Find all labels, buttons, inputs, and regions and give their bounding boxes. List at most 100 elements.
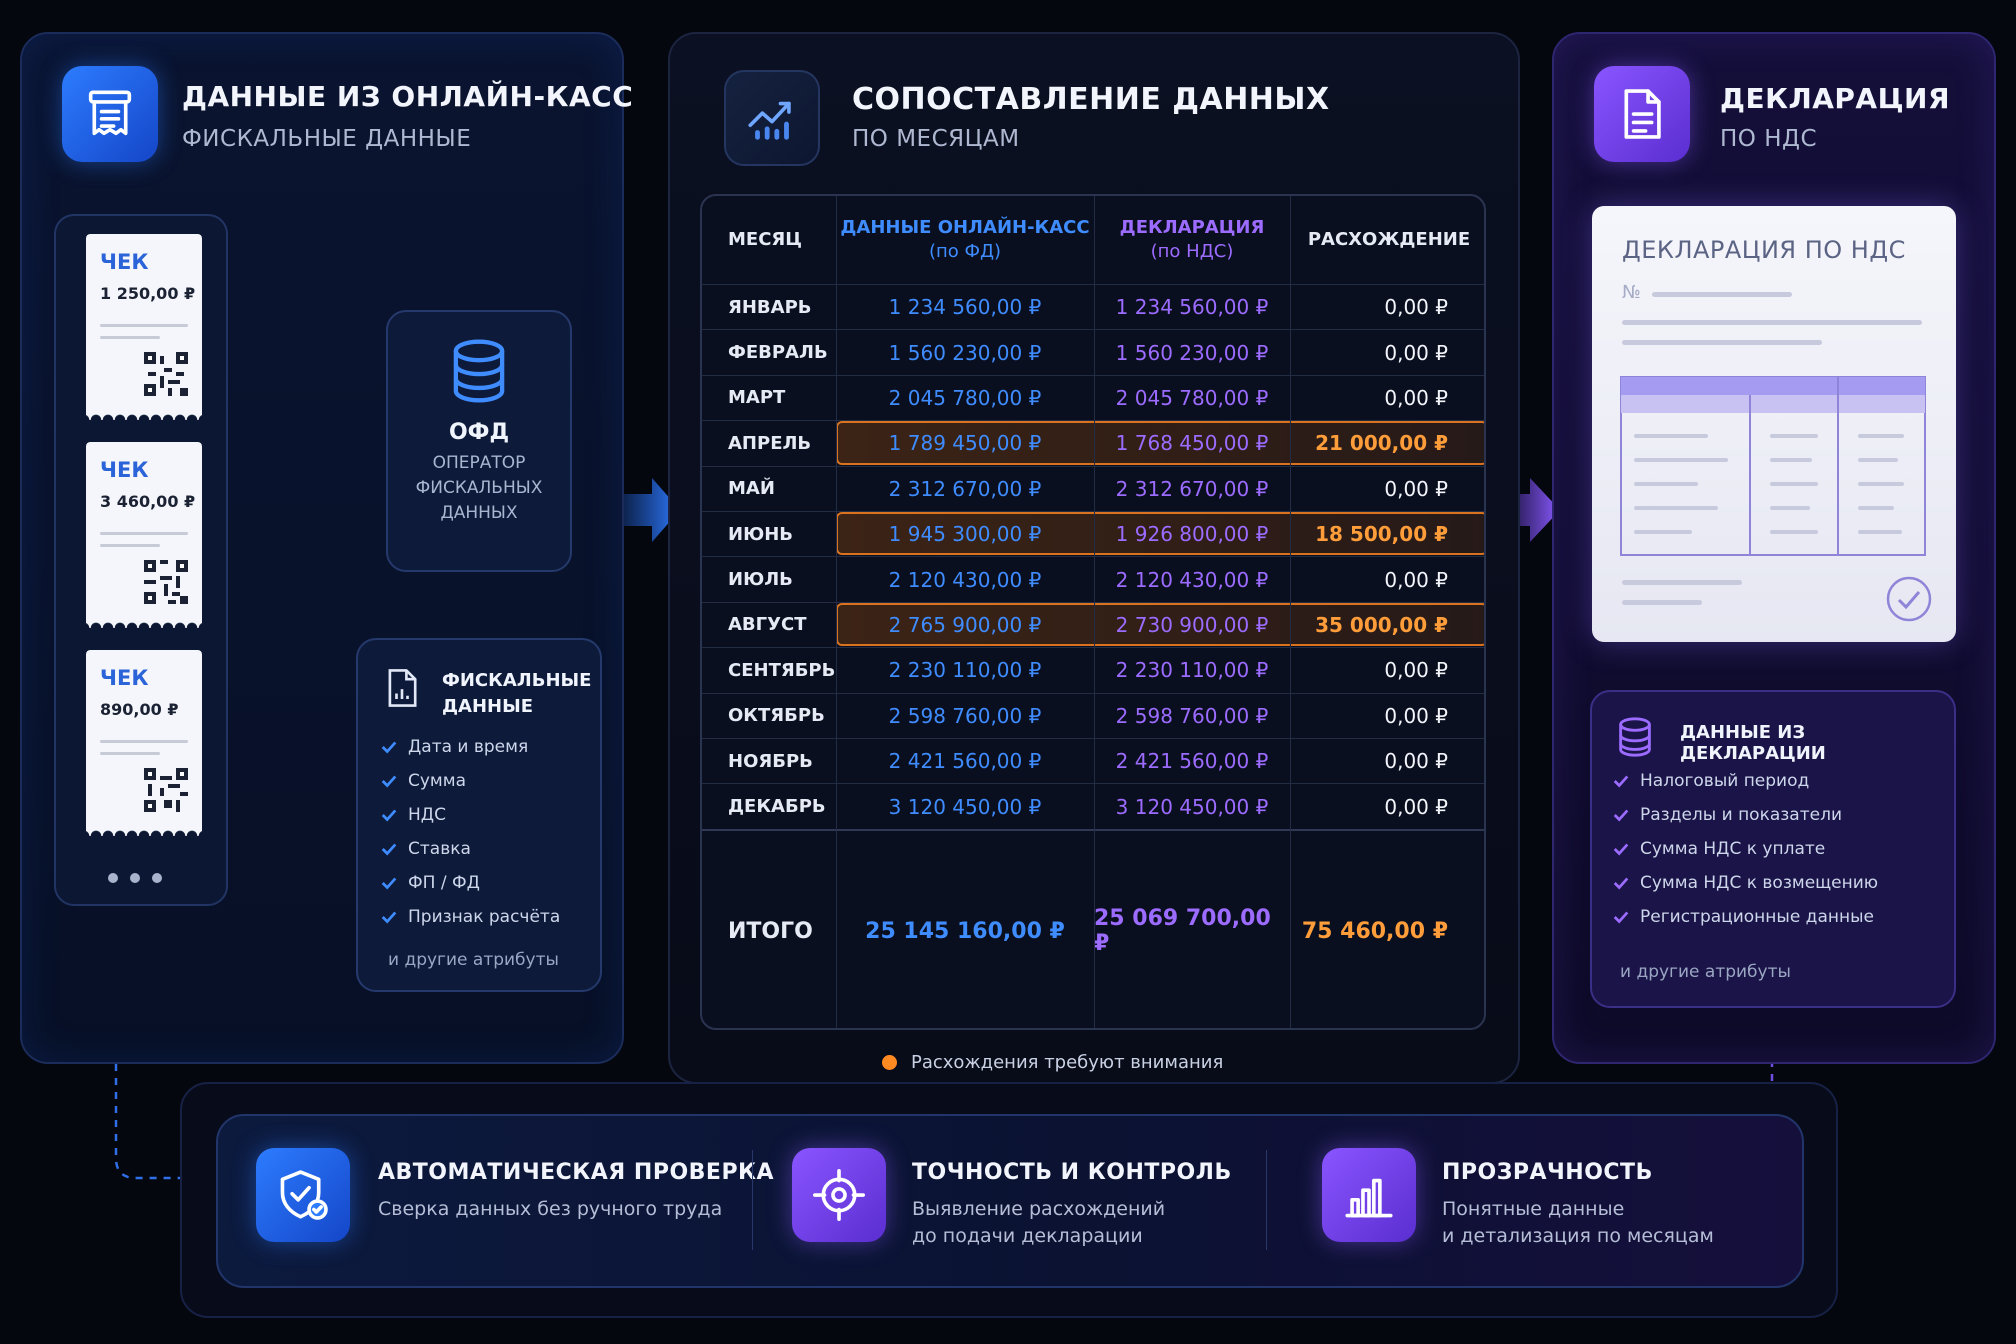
cell-declaration-amount: 1 768 450,00 ₽ (1115, 431, 1269, 456)
cell-difference: 35 000,00 ₽ (1315, 612, 1448, 637)
receipt-card: ЧЕК 890,00 ₽ (86, 650, 202, 836)
cell-month: МАРТ (728, 387, 786, 409)
cell-ofd-amount: 1 789 450,00 ₽ (888, 431, 1042, 456)
check-circle-icon (1886, 576, 1932, 622)
cell-ofd-amount: 2 312 670,00 ₽ (888, 476, 1042, 501)
list-item: Сумма (380, 764, 560, 798)
list-item: НДС (380, 798, 560, 832)
receipt-register-icon (62, 66, 158, 162)
list-item: Регистрационные данные (1612, 900, 1878, 934)
check-icon (381, 809, 397, 822)
list-item: Сумма НДС к уплате (1612, 832, 1878, 866)
list-item: ФП / ФД (380, 866, 560, 900)
receipt-card: ЧЕК 1 250,00 ₽ (86, 234, 202, 420)
cell-declaration-amount: 2 120 430,00 ₽ (1115, 567, 1269, 592)
qr-code-icon (144, 560, 188, 604)
comparison-title: СОПОСТАВЛЕНИЕ ДАННЫХ (852, 82, 1330, 117)
check-icon (1613, 843, 1629, 856)
bar-chart-icon (1322, 1148, 1416, 1242)
feature-description: Понятные данные и детализация по месяцам (1442, 1198, 1714, 1247)
cell-difference: 0,00 ₽ (1384, 658, 1448, 683)
receipt-label: ЧЕК (100, 458, 149, 482)
fiscal-more-attributes: и другие атрибуты (388, 950, 559, 970)
document-chart-icon (388, 669, 417, 707)
target-icon (792, 1148, 886, 1242)
ofd-title: ОФД (448, 420, 510, 445)
orange-dot-icon (882, 1055, 897, 1070)
cell-declaration-amount: 2 045 780,00 ₽ (1115, 385, 1269, 410)
check-icon (381, 911, 397, 924)
receipt-amount: 3 460,00 ₽ (100, 492, 196, 511)
list-item: Разделы и показатели (1612, 798, 1878, 832)
legend: Расхождения требуют внимания (882, 1052, 1223, 1073)
fiscal-data-title: ФИСКАЛЬНЫЕ ДАННЫЕ (442, 670, 592, 717)
declaration-more-attributes: и другие атрибуты (1620, 962, 1791, 982)
list-item: Налоговый период (1612, 764, 1878, 798)
cell-month: НОЯБРЬ (728, 750, 813, 772)
declaration-document: ДЕКЛАРАЦИЯ ПО НДС № (1592, 206, 1956, 642)
cell-month: ИЮНЬ (728, 523, 793, 545)
cell-difference: 0,00 ₽ (1384, 749, 1448, 774)
database-icon (453, 339, 505, 403)
cell-ofd-amount: 2 765 900,00 ₽ (888, 612, 1042, 637)
qr-code-icon (144, 768, 188, 812)
cell-month: ЯНВАРЬ (728, 296, 812, 318)
cell-month: ДЕКАБРЬ (728, 796, 826, 818)
feature-description: Выявление расхождений до подачи деклараци… (912, 1198, 1166, 1247)
doc-number-label: № (1622, 282, 1641, 303)
cell-total-declaration: 25 069 700,00 ₽ (1094, 906, 1271, 957)
receipt-card: ЧЕК 3 460,00 ₽ (86, 442, 202, 628)
doc-title: ДЕКЛАРАЦИЯ ПО НДС (1622, 236, 1906, 264)
online-cash-title: ДАННЫЕ ИЗ ОНЛАЙН-КАСС (182, 80, 634, 113)
cell-ofd-amount: 2 421 560,00 ₽ (888, 749, 1042, 774)
receipt-label: ЧЕК (100, 250, 149, 274)
fiscal-attribute-list: Дата и время Сумма НДС Ставка ФП / ФД Пр… (380, 730, 560, 934)
column-header-month: МЕСЯЦ (728, 229, 802, 250)
column-header-ofd: ДАННЫЕ ОНЛАЙН-КАСС (по ФД) (840, 217, 1090, 262)
check-icon (1613, 775, 1629, 788)
feature-title: ТОЧНОСТЬ И КОНТРОЛЬ (912, 1160, 1232, 1185)
cell-ofd-amount: 3 120 450,00 ₽ (888, 794, 1042, 819)
cell-month: АВГУСТ (728, 614, 807, 636)
check-icon (381, 843, 397, 856)
check-icon (1613, 809, 1629, 822)
comparison-table: МЕСЯЦ ДАННЫЕ ОНЛАЙН-КАСС (по ФД) ДЕКЛАРАЦ… (700, 194, 1486, 1030)
database-icon (1619, 717, 1651, 757)
cell-difference: 0,00 ₽ (1384, 567, 1448, 592)
ofd-subtitle: ОПЕРАТОР ФИСКАЛЬНЫХ ДАННЫХ (415, 453, 543, 523)
cell-difference: 0,00 ₽ (1384, 476, 1448, 501)
declaration-data-card: ДАННЫЕ ИЗ ДЕКЛАРАЦИИ Налоговый период Ра… (1590, 690, 1956, 1008)
cell-declaration-amount: 2 730 900,00 ₽ (1115, 612, 1269, 637)
cell-difference: 0,00 ₽ (1384, 703, 1448, 728)
ofd-card: ОФД ОПЕРАТОР ФИСКАЛЬНЫХ ДАННЫХ (386, 310, 572, 572)
list-item: Признак расчёта (380, 900, 560, 934)
cell-month: ФЕВРАЛЬ (728, 342, 828, 364)
list-item: Ставка (380, 832, 560, 866)
cell-total-difference: 75 460,00 ₽ (1301, 918, 1448, 944)
cell-declaration-amount: 3 120 450,00 ₽ (1115, 794, 1269, 819)
cell-ofd-amount: 2 045 780,00 ₽ (888, 385, 1042, 410)
cell-month: ОКТЯБРЬ (728, 705, 825, 727)
cell-total-ofd: 25 145 160,00 ₽ (865, 918, 1065, 944)
declaration-attribute-list: Налоговый период Разделы и показатели Су… (1612, 764, 1878, 934)
cell-month: ИЮЛЬ (728, 569, 793, 591)
cell-ofd-amount: 2 230 110,00 ₽ (888, 658, 1042, 683)
qr-code-icon (144, 352, 188, 396)
cell-ofd-amount: 2 598 760,00 ₽ (888, 703, 1042, 728)
trend-chart-icon (724, 70, 820, 166)
cell-difference: 0,00 ₽ (1384, 794, 1448, 819)
list-item: Дата и время (380, 730, 560, 764)
check-icon (381, 775, 397, 788)
cell-ofd-amount: 1 945 300,00 ₽ (888, 522, 1042, 547)
more-receipts-dots (102, 868, 168, 887)
online-cash-subtitle: ФИСКАЛЬНЫЕ ДАННЫЕ (182, 126, 472, 152)
cell-ofd-amount: 1 560 230,00 ₽ (888, 340, 1042, 365)
cell-declaration-amount: 1 926 800,00 ₽ (1115, 522, 1269, 547)
list-item: Сумма НДС к возмещению (1612, 866, 1878, 900)
check-icon (381, 741, 397, 754)
cell-ofd-amount: 1 234 560,00 ₽ (888, 295, 1042, 320)
declaration-data-title: ДАННЫЕ ИЗ ДЕКЛАРАЦИИ (1680, 722, 1826, 764)
receipt-amount: 1 250,00 ₽ (100, 284, 196, 303)
cell-difference: 0,00 ₽ (1384, 295, 1448, 320)
check-icon (381, 877, 397, 890)
